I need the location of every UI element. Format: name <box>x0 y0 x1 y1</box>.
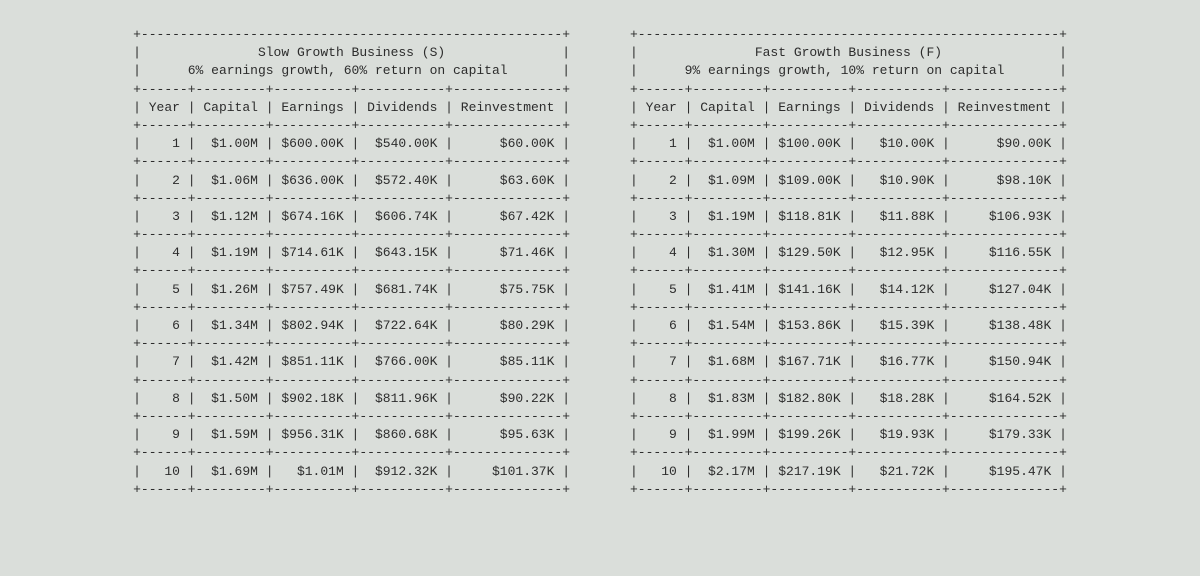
table-slow-growth: +---------------------------------------… <box>133 26 570 499</box>
table-fast-growth: +---------------------------------------… <box>630 26 1067 499</box>
tables-container: +---------------------------------------… <box>0 0 1200 499</box>
